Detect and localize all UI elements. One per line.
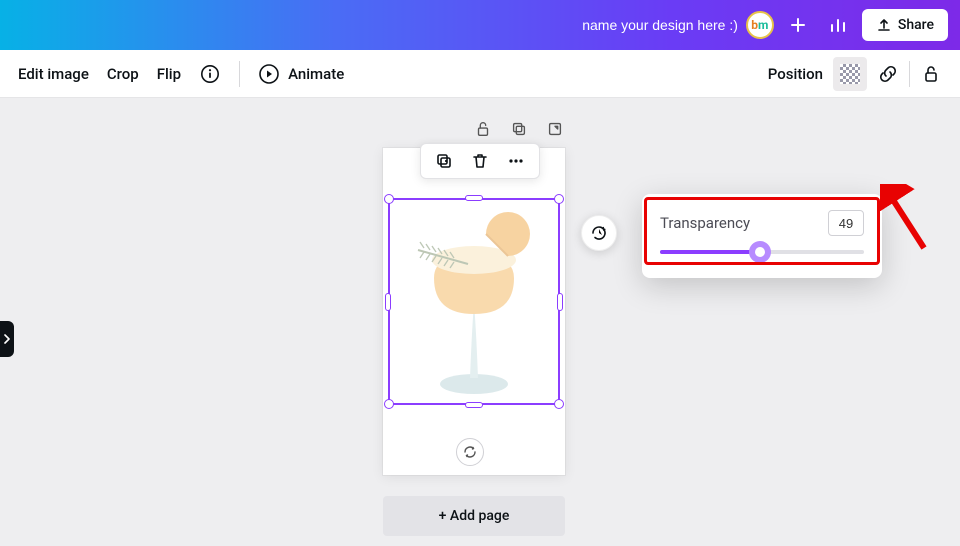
lock-open-icon (474, 120, 492, 138)
delete-element-button[interactable] (469, 150, 491, 172)
info-button[interactable] (199, 63, 221, 85)
add-page-button[interactable]: + Add page (383, 496, 565, 536)
position-button[interactable]: Position (768, 65, 823, 83)
page-quick-actions (474, 120, 564, 142)
resize-handle-l[interactable] (385, 293, 391, 311)
page-duplicate-button[interactable] (510, 120, 528, 142)
transparency-popover: Transparency (642, 194, 882, 278)
plus-icon (790, 17, 806, 33)
lock-button[interactable] (920, 63, 942, 85)
regenerate-button[interactable]: + (581, 215, 617, 251)
duplicate-icon (510, 120, 528, 138)
animate-icon (258, 63, 280, 85)
edit-image-button[interactable]: Edit image (18, 65, 89, 83)
share-label: Share (898, 17, 934, 33)
transparency-icon (840, 64, 860, 84)
flip-button[interactable]: Flip (157, 65, 181, 83)
share-button[interactable]: Share (862, 9, 948, 41)
page-lock-button[interactable] (474, 120, 492, 142)
svg-text:+: + (602, 226, 606, 234)
bar-chart-icon (829, 16, 847, 34)
badge-letter-m: m (758, 18, 768, 32)
page-export-button[interactable] (546, 120, 564, 142)
regenerate-icon: + (589, 223, 609, 243)
crop-button[interactable]: Crop (107, 65, 139, 83)
export-icon (546, 120, 564, 138)
context-toolbar: Edit image Crop Flip Animate Position (0, 50, 960, 98)
duplicate-element-button[interactable] (433, 150, 455, 172)
trash-icon (470, 151, 490, 171)
resize-handle-t[interactable] (465, 195, 483, 201)
add-page-label: + Add page (439, 508, 510, 524)
transparency-slider[interactable] (660, 250, 864, 254)
side-panel-toggle[interactable] (0, 321, 14, 357)
resize-handle-tl[interactable] (384, 194, 394, 204)
analytics-button[interactable] (822, 9, 854, 41)
transparency-label: Transparency (660, 214, 750, 232)
duplicate-icon (434, 151, 454, 171)
upload-icon (876, 17, 892, 33)
animate-label: Animate (288, 65, 344, 83)
sync-button[interactable] (456, 438, 484, 466)
badge-letter-b: b (751, 18, 758, 32)
profile-badge[interactable]: bm (746, 11, 774, 39)
slider-fill (660, 250, 760, 254)
more-element-button[interactable] (505, 150, 527, 172)
resize-handle-bl[interactable] (384, 399, 394, 409)
transparency-button[interactable] (833, 57, 867, 91)
selection-box[interactable] (388, 198, 560, 405)
floating-action-bar (420, 143, 540, 179)
sync-icon (462, 444, 478, 460)
app-header: bm Share (0, 0, 960, 50)
toolbar-separator-2 (909, 61, 910, 87)
link-button[interactable] (877, 63, 899, 85)
chevron-right-icon (2, 334, 12, 344)
slider-knob[interactable] (749, 241, 771, 263)
info-icon (200, 64, 220, 84)
resize-handle-b[interactable] (465, 402, 483, 408)
transparency-value-input[interactable] (828, 210, 864, 236)
animate-button[interactable]: Animate (258, 63, 344, 85)
annotation-arrow (880, 184, 930, 254)
toolbar-separator (239, 61, 240, 87)
resize-handle-br[interactable] (554, 399, 564, 409)
lock-open-icon (921, 64, 941, 84)
resize-handle-r[interactable] (557, 293, 563, 311)
resize-handle-tr[interactable] (554, 194, 564, 204)
link-icon (878, 64, 898, 84)
add-collaborator-button[interactable] (782, 9, 814, 41)
canvas-area: + + Add page Transparency (0, 98, 960, 546)
design-title-input[interactable] (558, 17, 738, 33)
more-icon (506, 151, 526, 171)
